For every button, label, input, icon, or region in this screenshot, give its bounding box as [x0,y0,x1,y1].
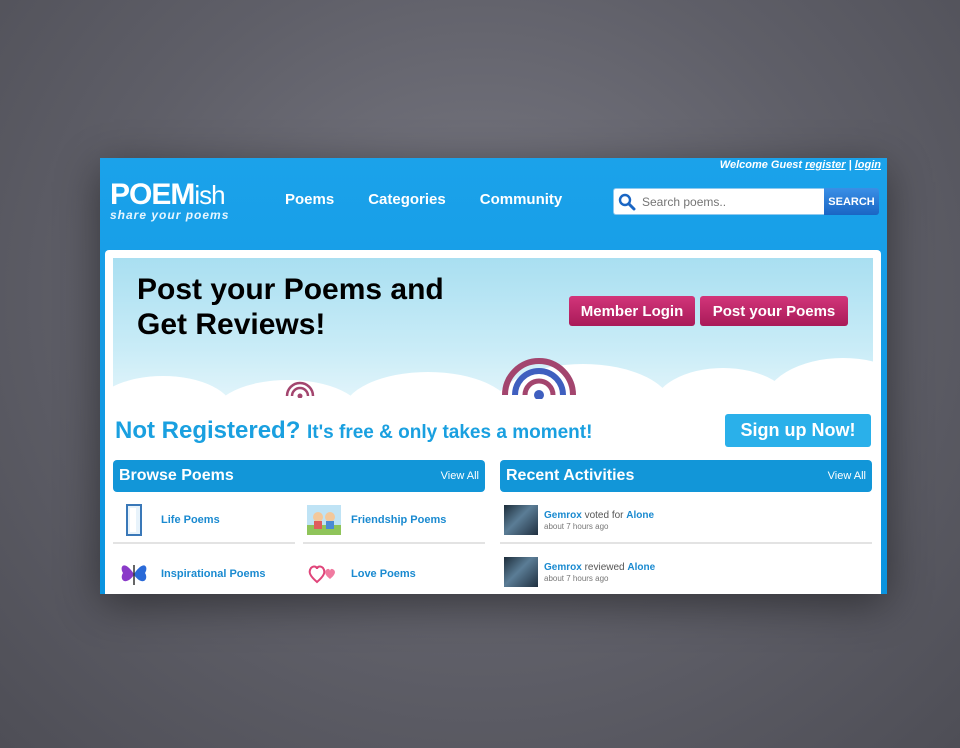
wifi-signal-icon [285,381,315,398]
free-text: It's free & only takes a moment! [307,422,593,443]
site-logo[interactable]: POEMish share your poems [110,178,230,223]
category-inspirational-poems[interactable]: Inspirational Poems [113,552,295,594]
logo-suffix: ish [194,180,225,210]
logo-main: POEM [110,178,195,211]
activity-user-link[interactable]: Gemrox [544,562,582,573]
separator: | [848,159,852,171]
avatar[interactable] [504,557,538,587]
category-label: Life Poems [161,514,220,526]
friends-icon [307,503,341,537]
main-nav: Poems Categories Community [285,191,562,208]
category-label: Inspirational Poems [161,568,266,580]
search-field-wrap [613,188,824,215]
search-bar: SEARCH [613,188,879,215]
member-login-button[interactable]: Member Login [569,296,695,326]
browser-screenshot: Welcome Guest register | login POEMish s… [100,158,887,594]
search-input[interactable] [640,193,824,210]
register-link[interactable]: register [805,159,845,171]
signup-button[interactable]: Sign up Now! [725,414,871,447]
recent-activities-header: Recent Activities View All [500,460,872,492]
activity-time: about 7 hours ago [544,521,609,531]
category-label: Friendship Poems [351,514,447,526]
user-bar: Welcome Guest register | login [720,159,881,171]
post-poems-button[interactable]: Post your Poems [700,296,848,326]
category-life-poems[interactable]: Life Poems [113,498,295,544]
not-registered-text: Not Registered? [115,417,301,444]
avatar[interactable] [504,505,538,535]
cloud-decoration [343,372,513,408]
recent-activities-panel: Recent Activities View All Gemrox voted … [500,460,872,594]
hero-title: Post your Poems and Get Reviews! [137,272,444,342]
nav-categories[interactable]: Categories [368,191,446,208]
activity-action: reviewed [584,561,625,573]
search-icon [618,193,636,210]
main-content: Post your Poems and Get Reviews! Member … [105,250,881,594]
hero-title-line2: Get Reviews! [137,308,326,341]
logo-tagline: share your poems [110,208,230,222]
hearts-icon [307,557,341,591]
recent-activities-title: Recent Activities [506,467,635,484]
activity-target-link[interactable]: Alone [626,510,654,521]
welcome-text: Welcome Guest [719,159,803,171]
activity-user-link[interactable]: Gemrox [544,510,582,521]
door-icon [117,503,151,537]
activity-action: voted for [584,509,624,521]
search-button[interactable]: SEARCH [824,188,879,215]
login-link[interactable]: login [855,159,881,171]
browse-view-all-link[interactable]: View All [441,470,479,482]
browse-poems-panel: Browse Poems View All Life Poems Friends… [113,460,485,594]
category-love-poems[interactable]: Love Poems [303,552,485,594]
activity-target-link[interactable]: Alone [627,562,655,573]
category-list: Life Poems Friendship Poems Inspirationa… [113,498,485,594]
wifi-signal-icon [502,358,576,399]
signup-prompt: Not Registered? It's free & only takes a… [115,417,592,445]
activities-view-all-link[interactable]: View All [828,470,866,482]
category-label: Love Poems [351,568,416,580]
nav-community[interactable]: Community [480,191,563,208]
butterfly-icon [117,557,151,591]
nav-poems[interactable]: Poems [285,191,334,208]
category-friendship-poems[interactable]: Friendship Poems [303,498,485,544]
browse-poems-header: Browse Poems View All [113,460,485,492]
cloud-decoration [113,376,233,408]
activity-item: Gemrox reviewed Alone about 7 hours ago [500,550,872,594]
cloud-decoration [763,358,873,408]
hero-banner: Post your Poems and Get Reviews! Member … [113,258,873,408]
activity-time: about 7 hours ago [544,573,609,583]
browse-poems-title: Browse Poems [119,467,234,484]
hero-title-line1: Post your Poems and [137,273,444,306]
activity-item: Gemrox voted for Alone about 7 hours ago [500,498,872,544]
